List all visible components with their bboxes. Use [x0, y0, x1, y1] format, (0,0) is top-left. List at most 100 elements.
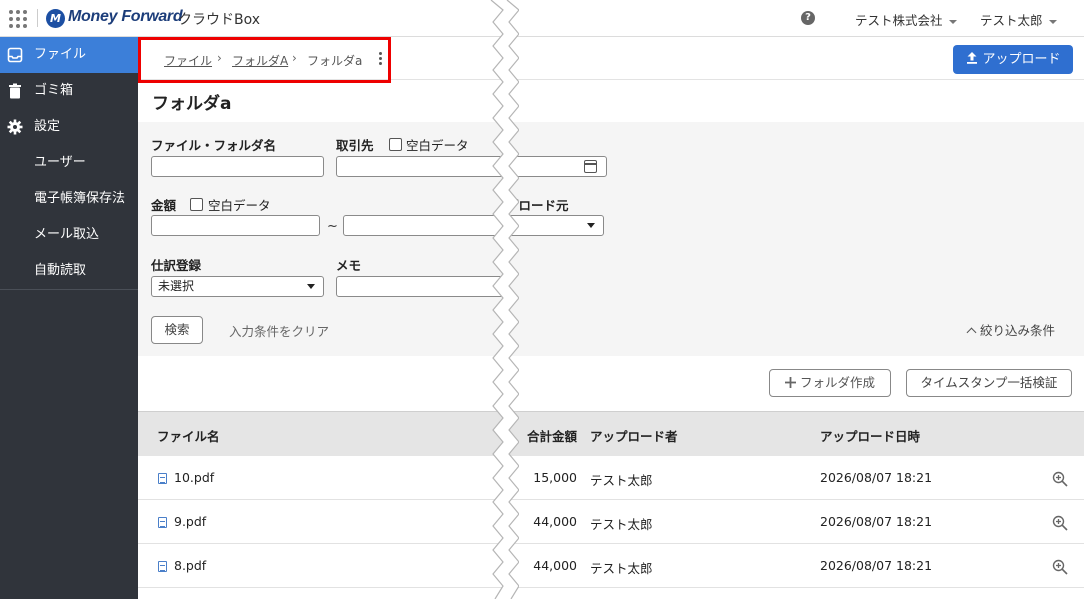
file-icon	[158, 517, 167, 528]
chevron-down-icon	[1048, 19, 1057, 24]
journal-select[interactable]: 未選択	[151, 276, 324, 297]
zoom-in-icon[interactable]	[1052, 559, 1068, 575]
sidebar-item-label: ゴミ箱	[34, 83, 74, 98]
file-icon	[158, 561, 167, 572]
column-header-amount[interactable]: 合計金額	[527, 426, 577, 445]
upload-button[interactable]: アップロード	[953, 45, 1073, 74]
gear-icon	[7, 119, 23, 135]
breadcrumb: ファイル › フォルダA › フォルダa	[138, 37, 391, 83]
create-folder-button[interactable]: フォルダ作成	[769, 369, 891, 397]
sidebar-item-label: 設定	[34, 119, 61, 134]
more-vertical-icon[interactable]	[377, 52, 383, 68]
table-row[interactable]: 10.pdf 15,000 テスト太郎 2026/08/07 18:21	[138, 456, 1084, 500]
memo-input[interactable]	[336, 276, 506, 297]
sidebar-item-mail-import[interactable]: メール取込	[0, 217, 138, 253]
upload-source-select[interactable]	[506, 215, 604, 236]
file-name-link[interactable]: 10.pdf	[174, 470, 214, 485]
chevron-up-icon	[966, 327, 977, 338]
journal-label: 仕訳登録	[151, 258, 202, 273]
company-menu[interactable]: テスト株式会社	[855, 10, 957, 29]
page-title: フォルダa	[152, 94, 232, 114]
chevron-down-icon	[307, 284, 315, 289]
amount-blank-label: 空白データ	[208, 198, 271, 213]
brand-name: Money Forward	[68, 8, 183, 25]
product-name: クラウドBox	[178, 12, 261, 28]
sidebar-item-label: 電子帳簿保存法	[34, 191, 126, 206]
money-forward-logo-icon: M	[46, 9, 65, 28]
sidebar-item-e-book-law[interactable]: 電子帳簿保存法	[0, 181, 138, 217]
journal-select-value: 未選択	[158, 279, 195, 293]
partner-label: 取引先	[336, 138, 374, 153]
amount-max-input[interactable]	[343, 215, 503, 236]
clear-conditions-link[interactable]: 入力条件をクリア	[229, 321, 329, 340]
sidebar-divider	[0, 289, 138, 290]
file-name-link[interactable]: 9.pdf	[174, 514, 206, 529]
file-icon	[158, 473, 167, 484]
uploader-cell: テスト太郎	[590, 517, 653, 532]
zoom-in-icon[interactable]	[1052, 515, 1068, 531]
chevron-right-icon: ›	[217, 51, 222, 65]
chevron-down-icon	[587, 223, 595, 228]
table-header: ファイル名 合計金額 アップロード者 アップロード日時	[138, 411, 1084, 456]
amount-cell: 15,000	[533, 470, 577, 485]
partner-input[interactable]	[336, 156, 607, 177]
memo-label: メモ	[336, 258, 362, 273]
sidebar-item-files[interactable]: ファイル	[0, 37, 138, 73]
file-name-link[interactable]: 8.pdf	[174, 558, 206, 573]
company-name: テスト株式会社	[855, 13, 943, 28]
sidebar-item-settings[interactable]: 設定	[0, 109, 138, 145]
trash-icon	[9, 83, 21, 99]
sidebar-item-users[interactable]: ユーザー	[0, 145, 138, 181]
filter-panel: ファイル・フォルダ名 取引先 空白データ 金額 空白データ ~ プロード元 仕訳…	[138, 122, 1084, 356]
chevron-down-icon	[948, 19, 957, 24]
user-name: テスト太郎	[980, 13, 1043, 28]
user-menu[interactable]: テスト太郎	[980, 10, 1057, 29]
sidebar-item-trash[interactable]: ゴミ箱	[0, 73, 138, 109]
amount-label: 金額	[151, 198, 177, 213]
app-grid-icon[interactable]	[9, 10, 27, 28]
column-header-uploader[interactable]: アップロード者	[590, 426, 678, 445]
help-icon[interactable]: ?	[801, 11, 815, 25]
toggle-filter-button[interactable]: 絞り込み条件	[966, 320, 1056, 339]
breadcrumb-item-folder-a[interactable]: フォルダA	[232, 52, 288, 69]
upload-icon	[967, 52, 978, 64]
amount-cell: 44,000	[533, 514, 577, 529]
calendar-icon[interactable]	[584, 160, 597, 173]
breadcrumb-bar: ファイル › フォルダA › フォルダa アップロード	[138, 37, 1084, 83]
range-tilde: ~	[327, 219, 338, 234]
partner-blank-label: 空白データ	[406, 138, 469, 153]
toggle-filter-label: 絞り込み条件	[980, 323, 1056, 338]
file-folder-name-label: ファイル・フォルダ名	[151, 138, 277, 153]
upload-date-cell: 2026/08/07 18:21	[820, 470, 933, 485]
main-content: ファイル › フォルダA › フォルダa アップロード フォルダa ファイル・フ…	[138, 37, 1084, 599]
zoom-in-icon[interactable]	[1052, 471, 1068, 487]
uploader-cell: テスト太郎	[590, 473, 653, 488]
upload-date-cell: 2026/08/07 18:21	[820, 514, 933, 529]
table-row[interactable]: 8.pdf 44,000 テスト太郎 2026/08/07 18:21	[138, 544, 1084, 588]
top-header: M Money Forward クラウドBox ? テスト株式会社 テスト太郎	[0, 0, 1084, 37]
partner-blank-checkbox[interactable]	[389, 138, 402, 151]
chevron-right-icon: ›	[292, 51, 297, 65]
sidebar-item-label: ファイル	[34, 47, 87, 62]
sidebar-item-label: 自動読取	[34, 263, 87, 278]
sidebar: ファイル ゴミ箱 設定 ユーザー 電子帳簿保存法 メール取込 自動読取	[0, 37, 138, 599]
timestamp-verify-button[interactable]: タイムスタンプ一括検証	[906, 369, 1072, 397]
breadcrumb-item-files[interactable]: ファイル	[164, 52, 212, 69]
amount-min-input[interactable]	[151, 215, 320, 236]
uploader-cell: テスト太郎	[590, 561, 653, 576]
column-header-filename[interactable]: ファイル名	[157, 426, 220, 445]
sidebar-item-label: メール取込	[34, 227, 100, 242]
amount-blank-checkbox[interactable]	[190, 198, 203, 211]
plus-icon	[784, 377, 796, 388]
file-folder-name-input[interactable]	[151, 156, 324, 177]
search-button[interactable]: 検索	[151, 316, 203, 344]
column-header-upload-date[interactable]: アップロード日時	[820, 426, 920, 445]
upload-source-label: プロード元	[506, 198, 569, 213]
upload-label: アップロード	[982, 52, 1061, 67]
header-divider	[37, 9, 38, 27]
sidebar-item-auto-read[interactable]: 自動読取	[0, 253, 138, 289]
breadcrumb-item-current: フォルダa	[307, 54, 363, 68]
table-row[interactable]: 9.pdf 44,000 テスト太郎 2026/08/07 18:21	[138, 500, 1084, 544]
create-folder-label: フォルダ作成	[799, 375, 875, 390]
upload-date-cell: 2026/08/07 18:21	[820, 558, 933, 573]
